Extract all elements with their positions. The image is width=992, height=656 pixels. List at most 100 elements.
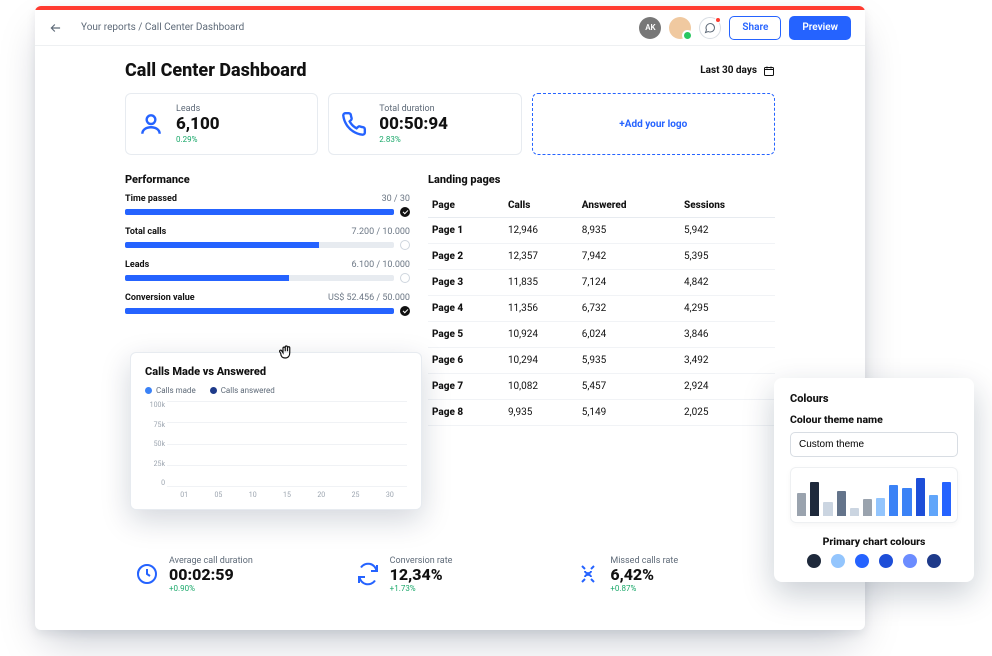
landing-pages-table: PageCallsAnsweredSessions Page 112,9468,… [428,194,775,426]
preview-bar [889,485,898,516]
table-cell-page: Page 8 [428,400,504,426]
preview-bar [876,498,885,516]
stat-cards-row: Leads 6,100 0.29% Total duration 00:50:9… [125,93,775,155]
colour-swatch[interactable] [855,554,869,568]
stat-value: 00:02:59 [169,566,253,584]
x-tick: 20 [304,491,338,499]
stat-label: Leads [176,104,220,114]
y-tick: 100k [145,401,165,409]
preview-button[interactable]: Preview [789,16,851,40]
colour-swatch[interactable] [807,554,821,568]
x-tick: 30 [373,491,407,499]
check-icon [400,207,410,217]
add-logo-card[interactable]: +Add your logo [532,93,775,155]
bottom-stat-card[interactable]: Missed calls rate6,42%+0.87% [566,548,775,601]
chart-area: 100k75k50k25k0 01051015202530 [145,401,407,499]
notification-dot-icon [715,17,721,23]
colour-swatch[interactable] [903,554,917,568]
table-row[interactable]: Page 89,9355,1492,025 [428,400,775,426]
date-range-selector[interactable]: Last 30 days [700,65,775,77]
legend-label: Calls answered [221,386,275,395]
table-cell-page: Page 2 [428,244,504,270]
grab-hand-icon [277,343,295,361]
perf-label: Time passed [125,194,177,204]
preview-bar [929,495,938,516]
check-icon [400,273,410,283]
stat-delta: +1.73% [390,584,453,593]
preview-bar [942,482,951,516]
share-button[interactable]: Share [729,16,781,40]
arrow-left-icon [49,21,63,35]
table-row[interactable]: Page 311,8357,1244,842 [428,270,775,296]
page-title: Call Center Dashboard [125,60,307,81]
progress-bar [125,209,394,215]
legend-label: Calls made [156,386,196,395]
back-button[interactable] [45,17,67,39]
primary-colours-label: Primary chart colours [790,535,958,548]
performance-row: Leads6.100 / 10.000 [125,260,410,283]
content-area: Call Center Dashboard Last 30 days Leads… [35,46,865,615]
chart-card-calls[interactable]: Calls Made vs Answered Calls made Calls … [130,352,422,510]
table-row[interactable]: Page 112,9468,9355,942 [428,218,775,244]
date-range-label: Last 30 days [700,65,757,76]
table-cell: 7,942 [578,244,680,270]
bottom-stat-card[interactable]: Average call duration00:02:59+0.90% [125,548,334,601]
stat-delta: 2.83% [379,135,448,144]
table-cell: 5,457 [578,374,680,400]
stat-card-duration[interactable]: Total duration 00:50:94 2.83% [328,93,521,155]
clock-icon [135,562,159,586]
table-cell: 4,842 [680,270,775,296]
bottom-stats-row: Average call duration00:02:59+0.90%Conve… [125,548,775,601]
preview-bar [837,491,846,516]
colour-preview-chart [790,467,958,523]
table-row[interactable]: Page 510,9246,0243,846 [428,322,775,348]
stat-delta: +0.90% [169,584,253,593]
colour-swatch[interactable] [831,554,845,568]
perf-value: 7.200 / 10.000 [352,227,410,237]
table-cell: 11,356 [504,296,578,322]
refresh-icon [356,562,380,586]
landing-pages-section: Landing pages PageCallsAnsweredSessions … [428,173,775,426]
perf-value: US$ 52.456 / 50.000 [328,293,410,303]
table-row[interactable]: Page 710,0825,4572,924 [428,374,775,400]
table-cell: 5,942 [680,218,775,244]
check-icon [400,306,410,316]
table-cell: 10,924 [504,322,578,348]
table-cell: 5,149 [578,400,680,426]
stat-value: 6,42% [610,566,678,584]
table-cell: 8,935 [578,218,680,244]
stat-value: 6,100 [176,116,220,133]
table-row[interactable]: Page 212,3577,9425,395 [428,244,775,270]
comments-button[interactable] [699,17,721,39]
performance-row: Time passed30 / 30 [125,194,410,217]
preview-bar [863,499,872,516]
colour-theme-name-input[interactable] [790,432,958,457]
progress-bar [125,308,394,314]
stat-label: Total duration [379,104,448,114]
colour-theme-name-label: Colour theme name [790,413,958,426]
colour-swatch[interactable] [879,554,893,568]
colour-swatch[interactable] [927,554,941,568]
table-cell: 2,924 [680,374,775,400]
progress-bar [125,275,394,281]
table-header: Page [428,194,504,218]
table-cell: 12,357 [504,244,578,270]
x-tick: 10 [236,491,270,499]
table-cell: 3,846 [680,322,775,348]
table-header: Calls [504,194,578,218]
colours-panel[interactable]: Colours Colour theme name Primary chart … [774,378,974,582]
phone-icon [341,111,367,137]
table-row[interactable]: Page 610,2945,9353,492 [428,348,775,374]
table-row[interactable]: Page 411,3566,7324,295 [428,296,775,322]
stat-card-leads[interactable]: Leads 6,100 0.29% [125,93,318,155]
table-cell-page: Page 3 [428,270,504,296]
bottom-stat-card[interactable]: Conversion rate12,34%+1.73% [346,548,555,601]
colours-title: Colours [790,392,958,405]
section-title-performance: Performance [125,173,410,186]
preview-bar [823,502,832,516]
avatar-user-2[interactable] [669,17,691,39]
table-cell: 6,024 [578,322,680,348]
avatar-user-ak[interactable]: AK [639,17,661,39]
x-tick: 25 [338,491,372,499]
breadcrumb[interactable]: Your reports / Call Center Dashboard [81,22,625,33]
